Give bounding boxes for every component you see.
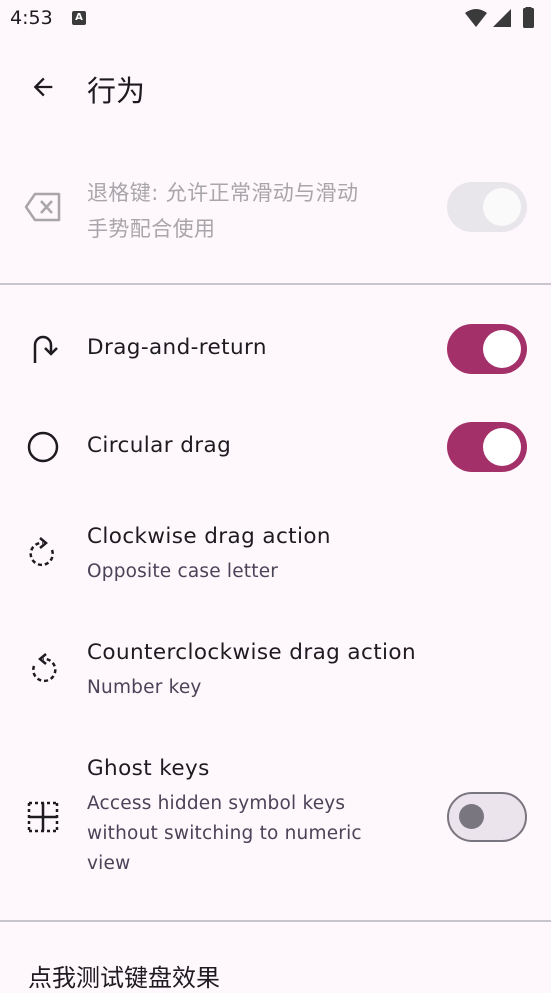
backspace-icon [24,188,62,226]
setting-drag-and-return[interactable]: Drag-and-return [0,310,551,388]
setting-title: Ghost keys [87,756,210,781]
setting-summary-line1: Access hidden symbol keys [87,793,346,814]
setting-title: Circular drag [87,433,232,458]
setting-clockwise-drag-action[interactable]: Clockwise drag action Opposite case lett… [0,510,551,600]
setting-title: 退格键: 允许正常滑动与滑动 [87,181,359,205]
page-title: 行为 [87,74,146,108]
setting-counterclockwise-drag-action[interactable]: Counterclockwise drag action Number key [0,626,551,716]
setting-title: Clockwise drag action [87,524,331,549]
setting-title: Counterclockwise drag action [87,640,417,665]
setting-title: Drag-and-return [87,335,267,360]
rotate-clockwise-icon [24,534,62,572]
battery-icon [523,8,534,28]
status-indicators [465,7,534,28]
switch-knob [459,804,484,829]
top-app-bar: 行为 [0,52,551,124]
setting-summary: Opposite case letter [87,561,279,582]
setting-summary-line3: view [87,853,131,874]
status-bar: 4:53 A [0,0,551,38]
divider [0,283,551,285]
arrow-back-icon [33,77,53,97]
divider [0,920,551,922]
drag-and-return-switch[interactable] [447,324,527,374]
a-letter-icon: A [72,11,86,25]
setting-summary: Number key [87,677,202,698]
circular-drag-switch[interactable] [447,422,527,472]
test-keyboard-link[interactable]: 点我测试键盘效果 [28,958,220,993]
status-time: 4:53 [10,7,53,29]
rotate-counterclockwise-icon [24,650,62,688]
circle-icon [24,428,62,466]
switch-knob [483,330,521,368]
ghost-keys-switch[interactable] [447,792,527,842]
back-button[interactable] [22,66,64,108]
setting-circular-drag[interactable]: Circular drag [0,408,551,486]
backspace-switch[interactable] [447,182,527,232]
setting-backspace-swipe[interactable]: 退格键: 允许正常滑动与滑动 手势配合使用 [0,160,551,255]
grid-dashed-icon [24,798,62,836]
setting-title-line2: 手势配合使用 [87,217,216,241]
wifi-icon [465,9,487,27]
setting-summary-line2: without switching to numeric [87,823,362,844]
signal-icon [493,9,511,27]
setting-ghost-keys[interactable]: Ghost keys Access hidden symbol keys wit… [0,742,551,892]
switch-knob [483,428,521,466]
switch-knob [483,188,521,226]
u-turn-icon [24,330,62,368]
